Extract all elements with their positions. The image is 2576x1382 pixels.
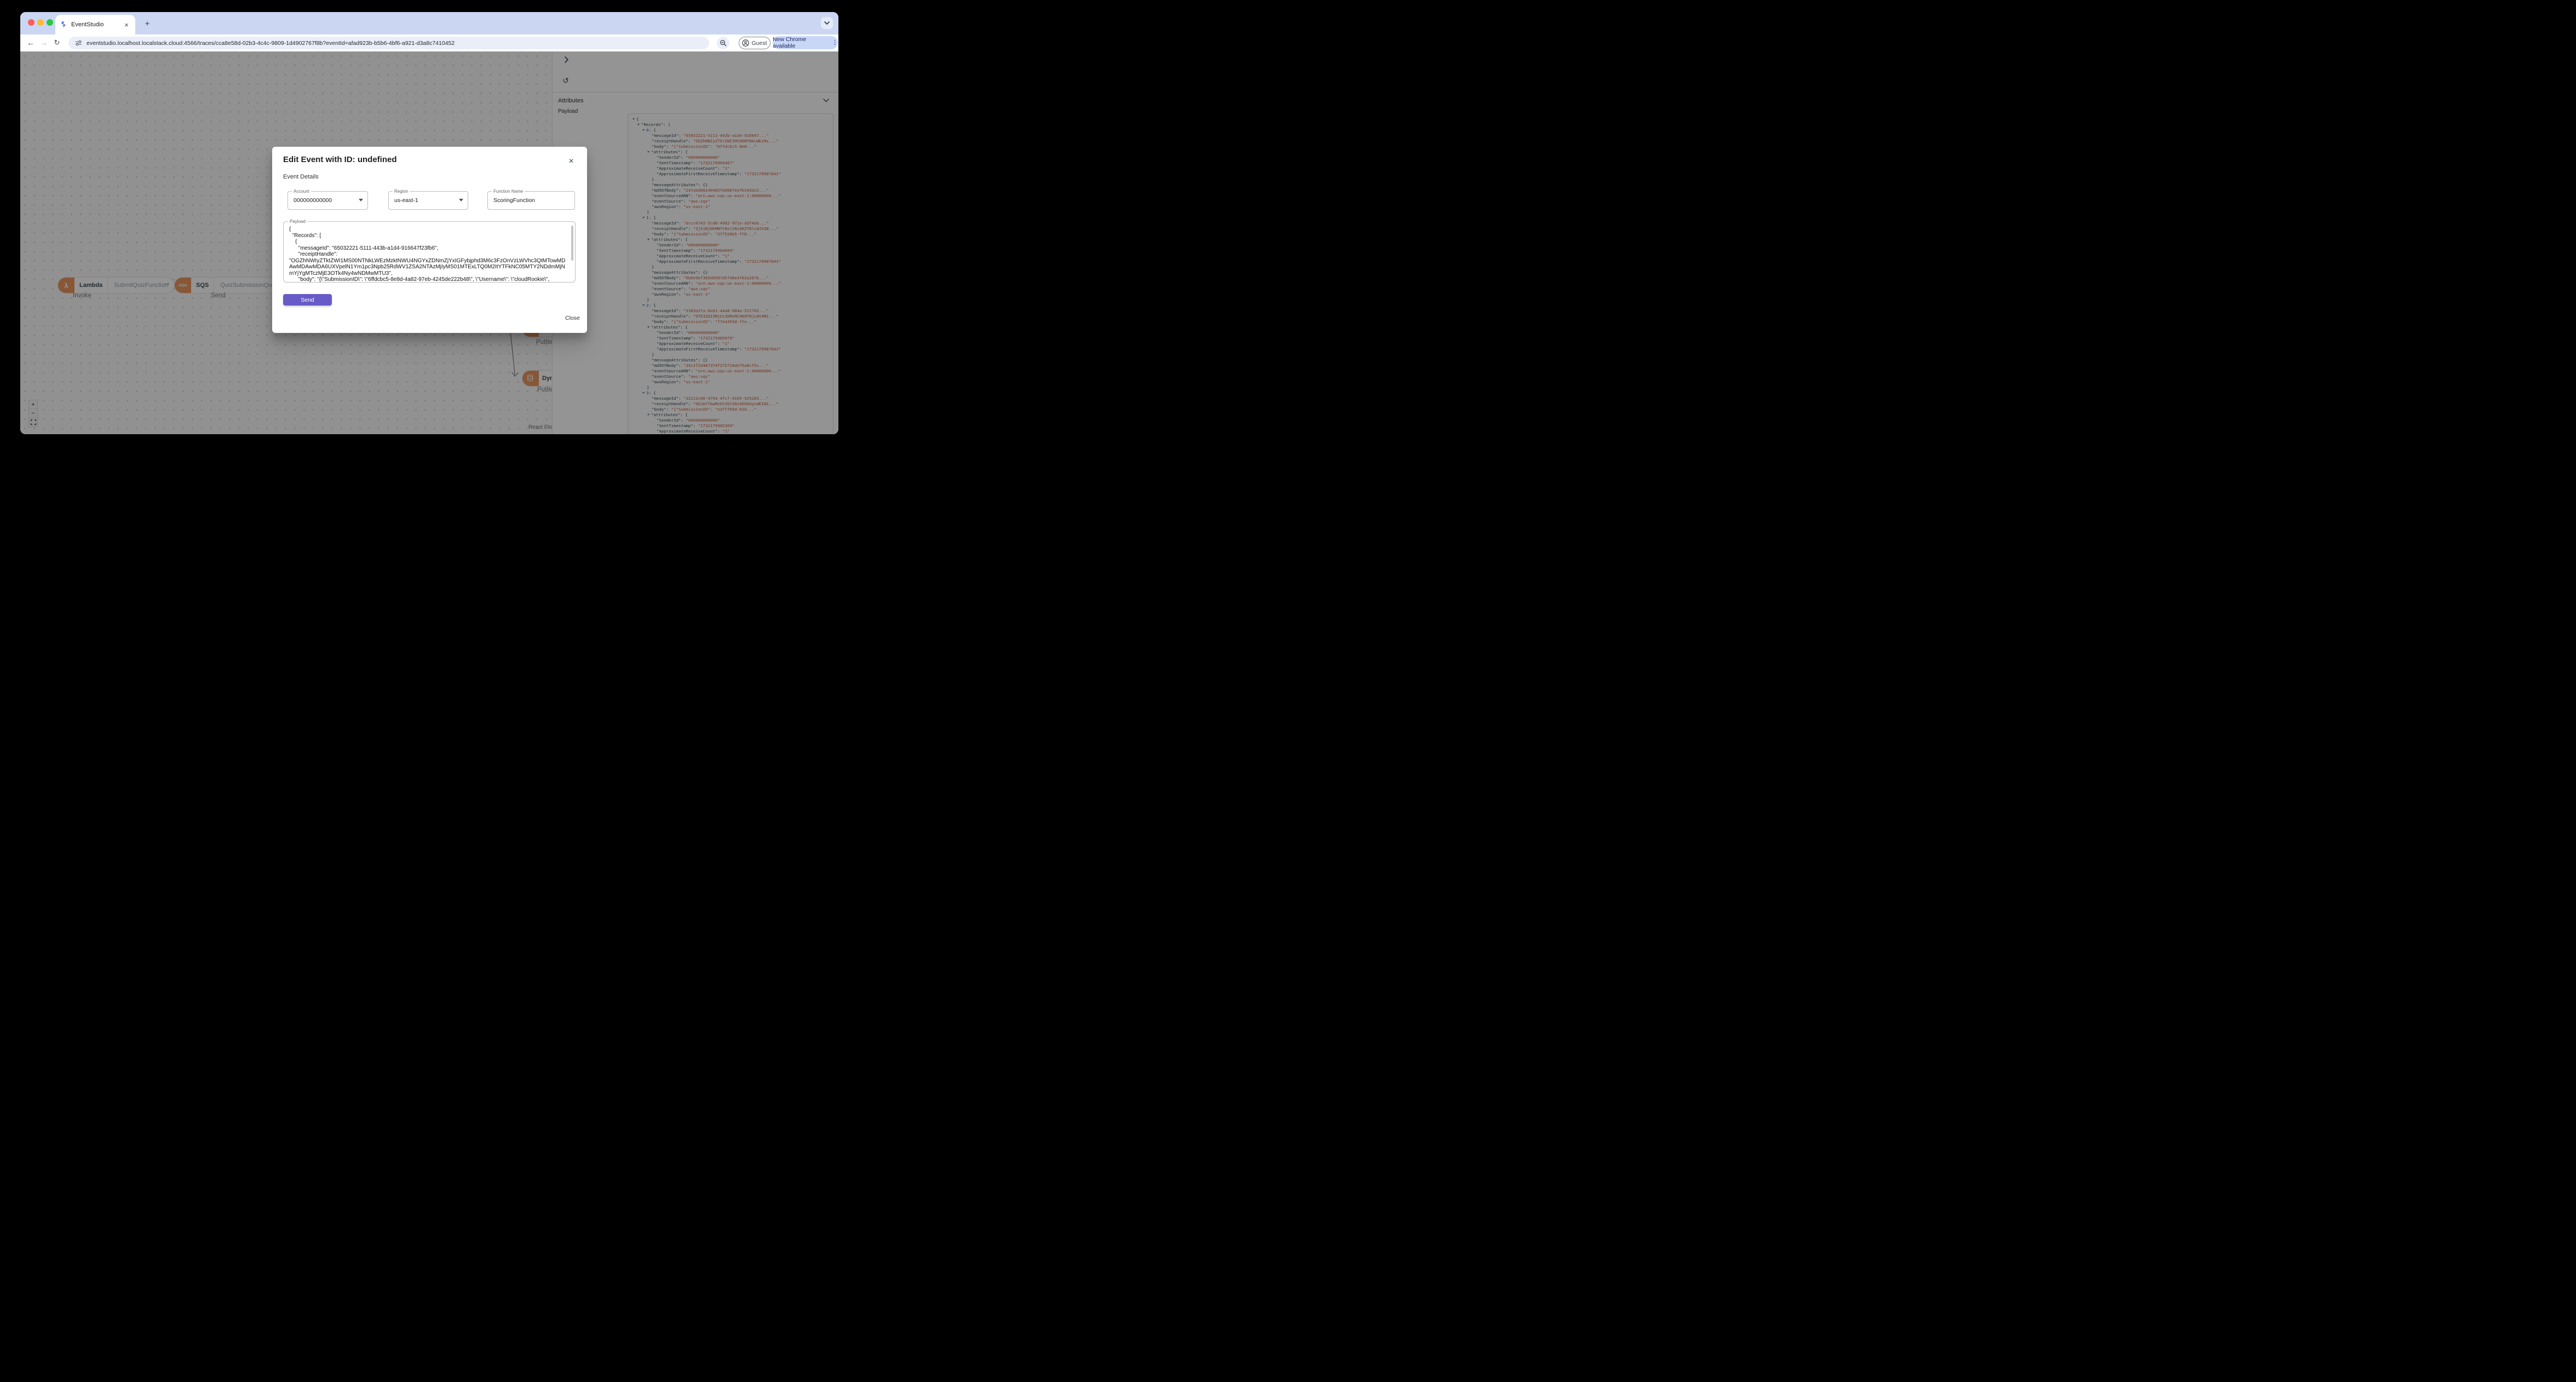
- kebab-menu-icon[interactable]: [832, 40, 838, 46]
- url-bar[interactable]: eventstudio.localhost.localstack.cloud:4…: [68, 37, 709, 49]
- tab-strip-chevron-button[interactable]: [821, 17, 833, 29]
- tab-close-icon[interactable]: [122, 20, 131, 29]
- url-text: eventstudio.localhost.localstack.cloud:4…: [87, 39, 455, 47]
- event-details-label: Event Details: [283, 174, 319, 180]
- function-name-value: ScoringFunction: [493, 197, 535, 204]
- browser-toolbar: eventstudio.localhost.localstack.cloud:4…: [20, 34, 838, 51]
- favicon-eventstudio-icon: [60, 21, 67, 28]
- region-value: us-east-1: [394, 197, 418, 204]
- modal-close-icon[interactable]: [566, 157, 576, 166]
- browser-tab[interactable]: EventStudio: [55, 15, 135, 34]
- guest-avatar-icon: [742, 39, 750, 47]
- modal-title: Edit Event with ID: undefined: [283, 155, 397, 164]
- textarea-scrollbar-thumb[interactable]: [571, 226, 573, 261]
- reload-button[interactable]: [51, 37, 63, 49]
- chevron-down-icon: [824, 21, 830, 25]
- back-button[interactable]: [25, 37, 37, 49]
- profile-button[interactable]: Guest: [739, 37, 771, 49]
- zoom-indicator-button[interactable]: [717, 37, 729, 49]
- window-minimize-button[interactable]: [37, 19, 44, 26]
- browser-window: EventStudio eventstu: [20, 12, 838, 434]
- account-value: 000000000000: [294, 197, 332, 204]
- chrome-update-label: New Chrome available: [773, 36, 807, 49]
- function-name-field[interactable]: Function Name ScoringFunction: [487, 189, 575, 210]
- site-settings-tune-icon[interactable]: [75, 39, 82, 47]
- profile-label: Guest: [751, 39, 767, 47]
- tab-strip: EventStudio: [20, 12, 838, 34]
- region-select[interactable]: Region us-east-1: [388, 189, 468, 210]
- account-select[interactable]: Account 000000000000: [288, 189, 368, 210]
- send-button[interactable]: Send: [283, 294, 332, 306]
- window-close-button[interactable]: [28, 19, 34, 26]
- new-tab-button[interactable]: [142, 18, 153, 29]
- chrome-update-button[interactable]: New Chrome available: [773, 36, 838, 49]
- payload-editor: Payload { "Records": [ { "messageId": "6…: [283, 219, 576, 283]
- close-button[interactable]: Close: [563, 314, 582, 323]
- chevron-down-icon: [459, 199, 463, 201]
- page-content: Lambda SubmitQuizFunction Invoke: [20, 51, 838, 434]
- window-zoom-button[interactable]: [47, 19, 53, 26]
- chevron-down-icon: [359, 199, 363, 201]
- forward-button[interactable]: [38, 37, 50, 49]
- edit-event-modal: Edit Event with ID: undefined Event Deta…: [272, 147, 587, 333]
- payload-textarea[interactable]: { "Records": [ { "messageId": "65032221-…: [284, 222, 575, 282]
- magnifier-minus-icon: [720, 40, 727, 47]
- tab-title: EventStudio: [71, 21, 104, 28]
- desktop-background: EventStudio eventstu: [0, 0, 2576, 1382]
